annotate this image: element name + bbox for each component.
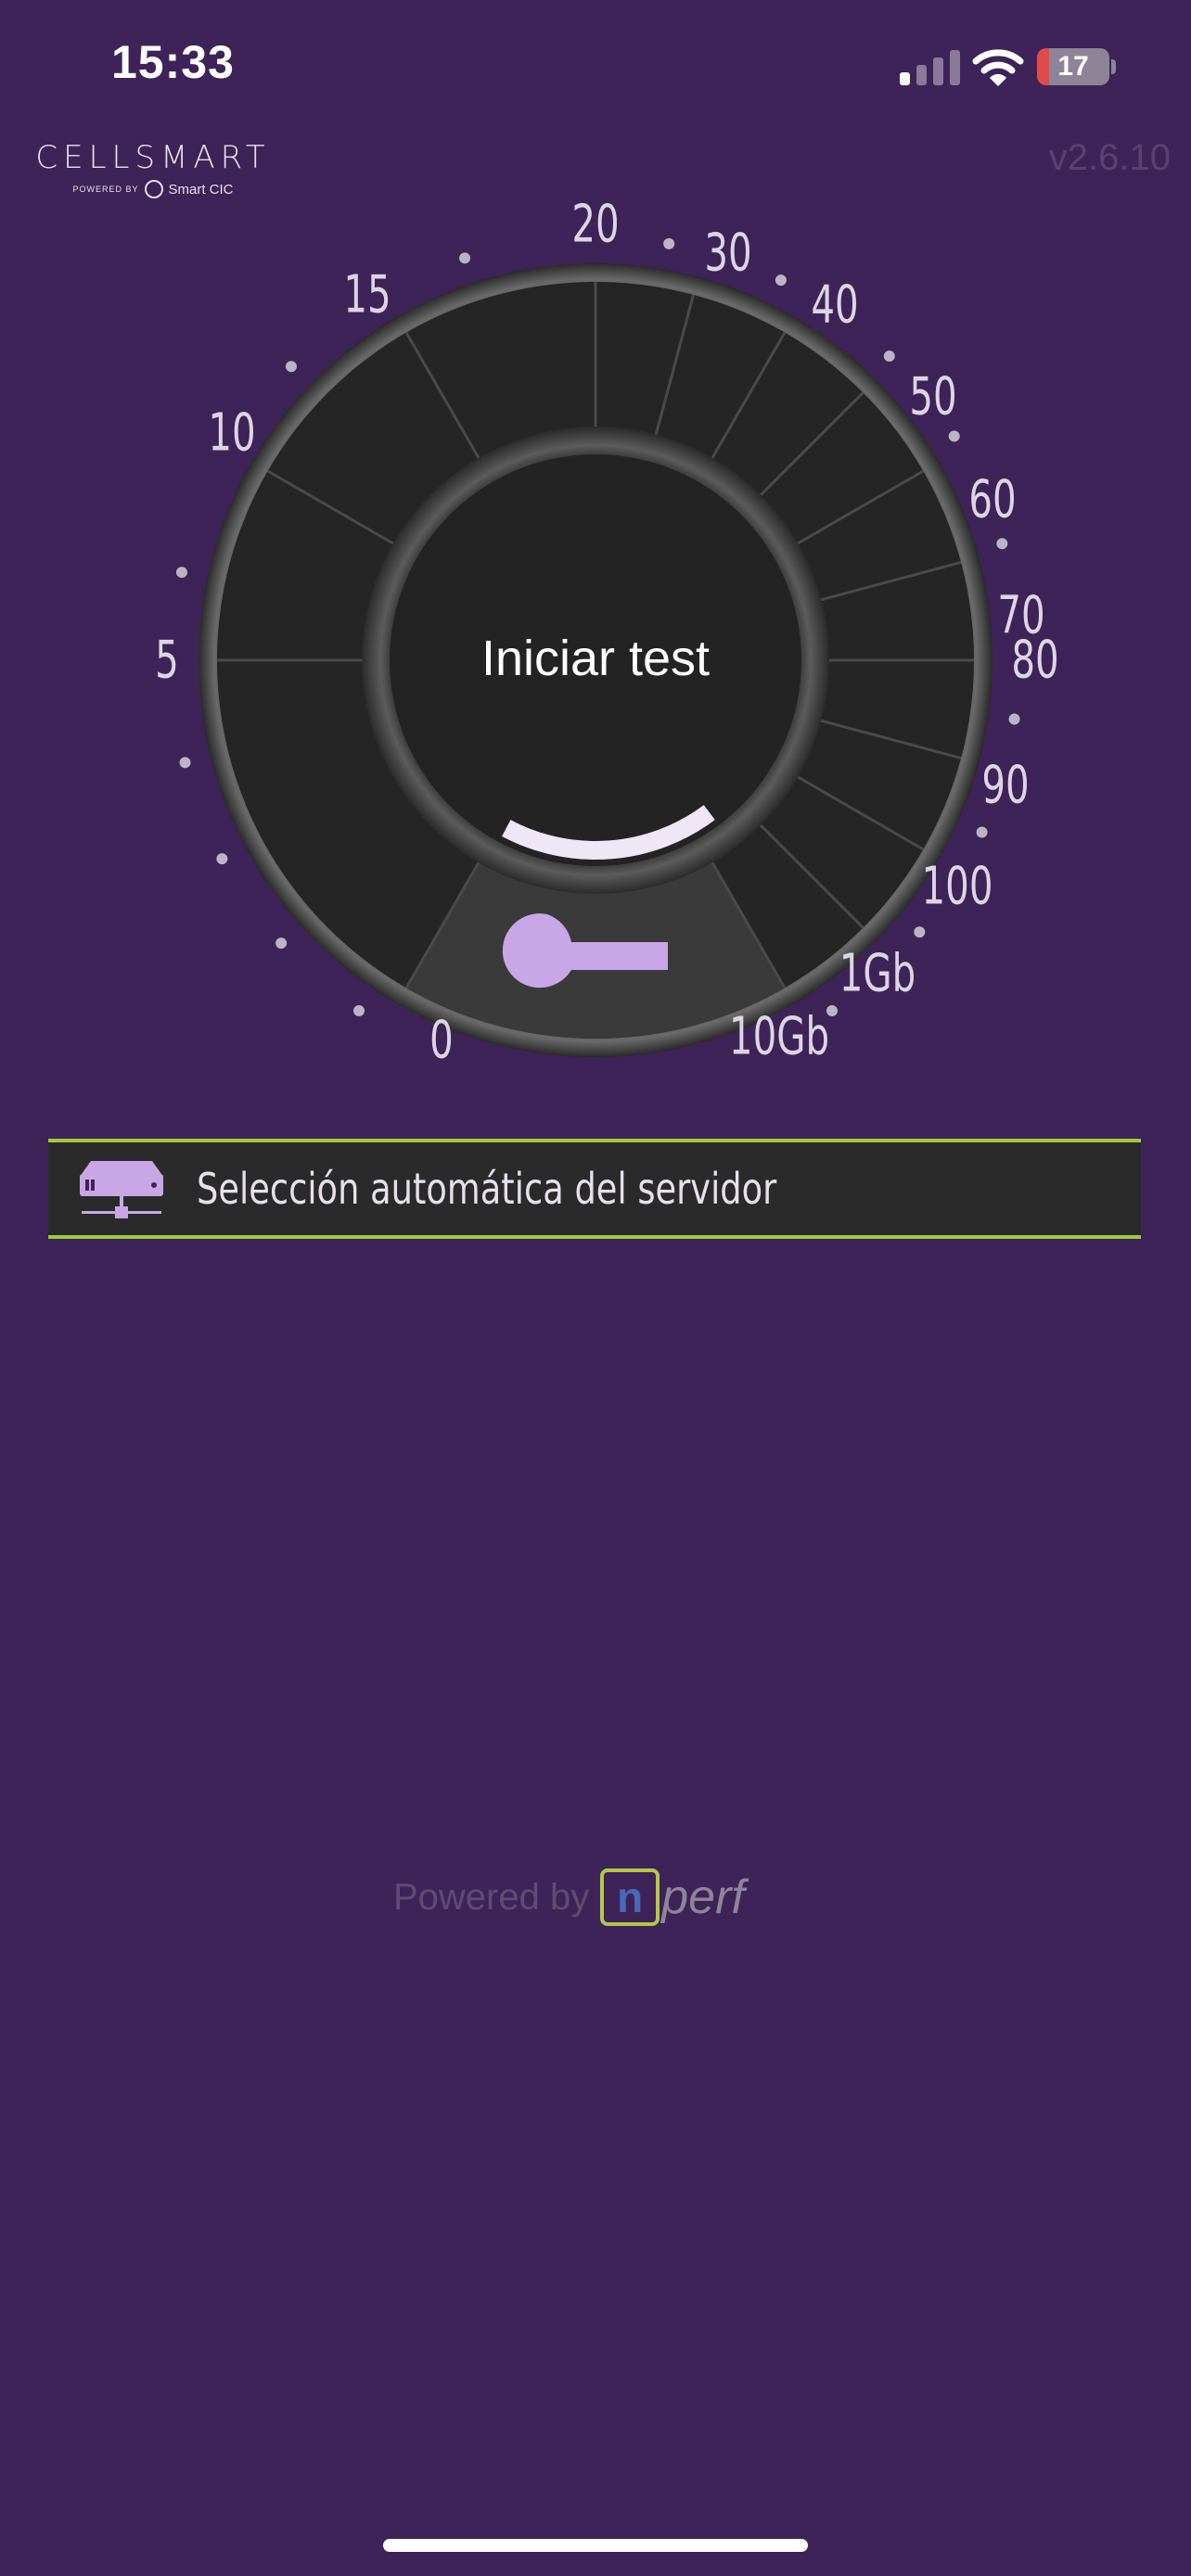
gauge-scale-label: 30 (704, 223, 752, 284)
gauge-tick-dot (459, 252, 471, 264)
gauge-tick-dot (353, 1005, 365, 1017)
gauge-scale-label: 80 (1011, 630, 1059, 691)
server-selection-label: Selección automática del servidor (197, 1164, 777, 1214)
gauge-tick-dot (976, 826, 988, 838)
nperf-logo-word: perf (661, 1870, 745, 1924)
gauge-tick-dot (948, 430, 960, 442)
gauge-scale-label: 0 (429, 1010, 455, 1071)
gauge-tick-dot (285, 361, 297, 373)
gauge-tick-dot (1008, 713, 1020, 725)
gauge-scale-label: 60 (968, 469, 1017, 530)
gauge-scale-label: 90 (981, 755, 1030, 816)
status-time: 15:33 (111, 36, 235, 88)
gauge-scale-label: 10Gb (729, 1006, 830, 1067)
gauge-scale-label: 15 (342, 264, 391, 325)
gauge-tick-dot (275, 937, 288, 950)
gauge-tick-dot (175, 567, 187, 579)
gauge-tick-dot (216, 853, 228, 865)
gauge-scale-label: 10 (208, 402, 256, 464)
server-selection-bar[interactable]: Selección automática del servidor (48, 1139, 1141, 1239)
home-indicator[interactable] (383, 2539, 808, 2552)
wifi-icon (972, 46, 1024, 89)
gauge-scale-label: 20 (571, 194, 620, 255)
powered-by: Powered by n perf (393, 1862, 745, 1932)
wrench-icon (502, 913, 668, 988)
start-test-button[interactable]: Iniciar test (373, 445, 818, 872)
settings-button[interactable] (482, 890, 686, 1011)
battery-indicator: 17 (1037, 48, 1109, 85)
nperf-logo: n perf (600, 1868, 745, 1926)
gauge-scale-label: 1Gb (839, 943, 916, 1004)
cellular-signal-icon (900, 48, 963, 85)
battery-level: 17 (1057, 51, 1089, 82)
gauge-tick-dot (663, 237, 675, 249)
start-test-label: Iniciar test (480, 631, 711, 686)
nperf-logo-mark: n (600, 1868, 660, 1926)
server-icon (80, 1161, 163, 1218)
gauge-tick-dot (996, 538, 1008, 550)
gauge-scale-label: 100 (921, 856, 993, 917)
battery-tip (1111, 59, 1116, 74)
gauge-tick-dot (179, 757, 191, 769)
gauge-tick-dot (914, 926, 926, 938)
gauge-tick-dot (883, 350, 895, 362)
powered-by-text: Powered by (393, 1876, 590, 1918)
gauge-scale-label: 5 (155, 630, 179, 691)
gauge-scale-label: 50 (909, 366, 957, 427)
gauge-tick-dot (775, 274, 787, 287)
gauge-scale-label: 40 (811, 274, 859, 336)
